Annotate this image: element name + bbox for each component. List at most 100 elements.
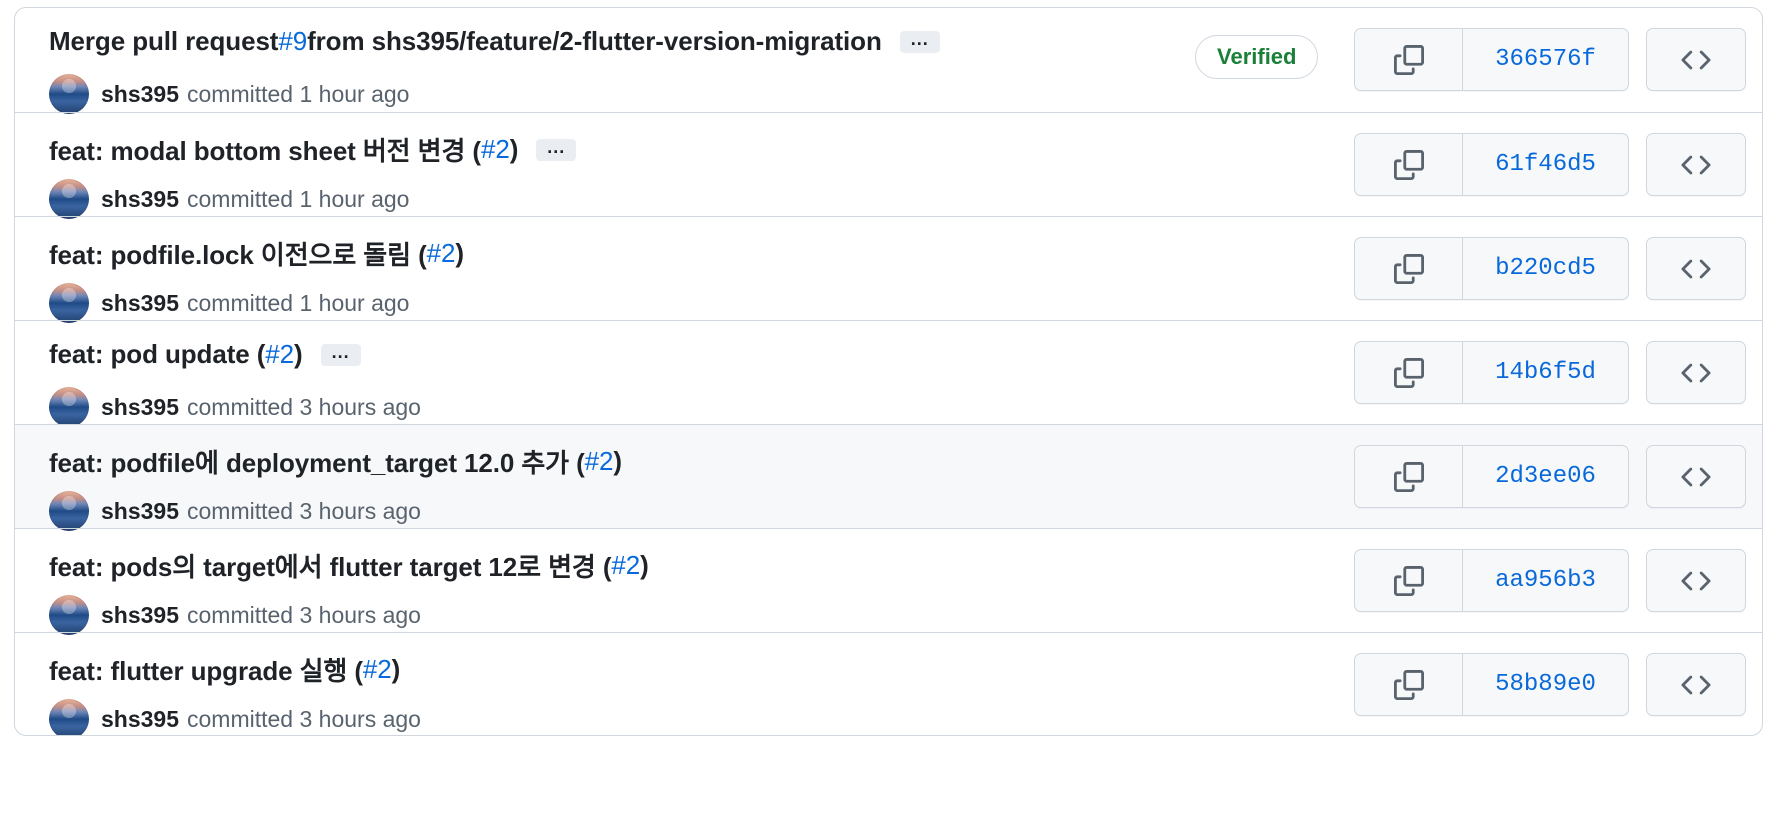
pull-request-link[interactable]: #2 bbox=[427, 238, 456, 269]
copy-icon bbox=[1393, 565, 1424, 596]
pull-request-link[interactable]: #2 bbox=[611, 550, 640, 581]
copy-sha-button[interactable] bbox=[1355, 550, 1463, 611]
commit-row: feat: modal bottom sheet 버전 변경 (#2) ... … bbox=[15, 112, 1762, 219]
pull-request-link[interactable]: #9 bbox=[278, 26, 307, 57]
commit-title[interactable]: feat: podfile.lock 이전으로 돌림 (#2) bbox=[49, 235, 464, 272]
sha-button-group: aa956b3 bbox=[1354, 549, 1629, 612]
sha-button-group: 2d3ee06 bbox=[1354, 445, 1629, 508]
commit-message[interactable]: feat: pod update ( bbox=[49, 339, 265, 370]
browse-code-button[interactable] bbox=[1646, 341, 1746, 404]
commit-sha-link[interactable]: 14b6f5d bbox=[1463, 342, 1628, 403]
copy-sha-button[interactable] bbox=[1355, 134, 1463, 195]
code-icon bbox=[1681, 566, 1711, 596]
commit-row: Merge pull request #9 from shs395/featur… bbox=[15, 8, 1762, 114]
browse-code-button[interactable] bbox=[1646, 133, 1746, 196]
pull-request-link[interactable]: #2 bbox=[265, 339, 294, 370]
commit-message[interactable]: Merge pull request bbox=[49, 26, 278, 57]
commit-message-end[interactable]: ) bbox=[510, 134, 519, 165]
commit-title[interactable]: feat: flutter upgrade 실행 (#2) bbox=[49, 651, 400, 688]
copy-sha-button[interactable] bbox=[1355, 238, 1463, 299]
commit-message[interactable]: feat: modal bottom sheet 버전 변경 ( bbox=[49, 131, 481, 168]
commit-meta: shs395 committed 3 hours ago bbox=[49, 699, 421, 735]
commit-time: committed 3 hours ago bbox=[187, 705, 421, 732]
commit-message[interactable]: feat: flutter upgrade 실행 ( bbox=[49, 651, 363, 688]
verified-badge[interactable]: Verified bbox=[1195, 35, 1319, 79]
commit-row: feat: pods의 target에서 flutter target 12로 … bbox=[15, 528, 1762, 635]
commit-time: committed 3 hours ago bbox=[187, 601, 421, 628]
commit-list: Merge pull request #9 from shs395/featur… bbox=[14, 7, 1763, 736]
author-link[interactable]: shs395 bbox=[101, 394, 179, 421]
expand-message-button[interactable]: ... bbox=[536, 138, 577, 161]
commit-time: committed 1 hour ago bbox=[187, 80, 410, 107]
code-icon bbox=[1681, 462, 1711, 492]
avatar[interactable] bbox=[49, 595, 89, 635]
copy-icon bbox=[1393, 44, 1424, 75]
browse-code-button[interactable] bbox=[1646, 237, 1746, 300]
commit-title[interactable]: feat: pod update (#2) ... bbox=[49, 339, 361, 370]
copy-sha-button[interactable] bbox=[1355, 654, 1463, 715]
commit-message[interactable]: feat: pods의 target에서 flutter target 12로 … bbox=[49, 547, 612, 584]
code-icon bbox=[1681, 358, 1711, 388]
expand-message-button[interactable]: ... bbox=[899, 30, 940, 53]
commit-sha-link[interactable]: 366576f bbox=[1463, 29, 1628, 90]
author-link[interactable]: shs395 bbox=[101, 602, 179, 629]
commit-message-end[interactable]: ) bbox=[613, 446, 622, 477]
code-icon bbox=[1681, 45, 1711, 75]
commit-sha-link[interactable]: 58b89e0 bbox=[1463, 654, 1628, 715]
author-link[interactable]: shs395 bbox=[101, 186, 179, 213]
commit-meta: shs395 committed 1 hour ago bbox=[49, 179, 409, 219]
browse-code-button[interactable] bbox=[1646, 28, 1746, 91]
sha-button-group: 61f46d5 bbox=[1354, 133, 1629, 196]
avatar[interactable] bbox=[49, 699, 89, 735]
commit-title[interactable]: feat: pods의 target에서 flutter target 12로 … bbox=[49, 547, 649, 584]
avatar[interactable] bbox=[49, 283, 89, 323]
commit-message[interactable]: feat: podfile.lock 이전으로 돌림 ( bbox=[49, 235, 427, 272]
sha-button-group: 14b6f5d bbox=[1354, 341, 1629, 404]
avatar[interactable] bbox=[49, 74, 89, 114]
sha-button-group: b220cd5 bbox=[1354, 237, 1629, 300]
avatar[interactable] bbox=[49, 491, 89, 531]
sha-button-group: 58b89e0 bbox=[1354, 653, 1629, 716]
copy-sha-button[interactable] bbox=[1355, 29, 1463, 90]
commit-sha-link[interactable]: aa956b3 bbox=[1463, 550, 1628, 611]
copy-icon bbox=[1393, 461, 1424, 492]
commit-sha-link[interactable]: b220cd5 bbox=[1463, 238, 1628, 299]
commit-meta: shs395 committed 3 hours ago bbox=[49, 595, 421, 635]
avatar[interactable] bbox=[49, 387, 89, 427]
commit-message-end[interactable]: ) bbox=[392, 654, 401, 685]
commit-title[interactable]: Merge pull request #9 from shs395/featur… bbox=[49, 26, 940, 57]
author-link[interactable]: shs395 bbox=[101, 498, 179, 525]
commit-message-end[interactable]: from shs395/feature/2-flutter-version-mi… bbox=[307, 26, 882, 57]
copy-sha-button[interactable] bbox=[1355, 342, 1463, 403]
copy-icon bbox=[1393, 253, 1424, 284]
browse-code-button[interactable] bbox=[1646, 653, 1746, 716]
copy-icon bbox=[1393, 149, 1424, 180]
commit-sha-link[interactable]: 61f46d5 bbox=[1463, 134, 1628, 195]
code-icon bbox=[1681, 150, 1711, 180]
browse-code-button[interactable] bbox=[1646, 549, 1746, 612]
commit-time: committed 3 hours ago bbox=[187, 393, 421, 420]
avatar[interactable] bbox=[49, 179, 89, 219]
commit-message-end[interactable]: ) bbox=[294, 339, 303, 370]
pull-request-link[interactable]: #2 bbox=[363, 654, 392, 685]
author-link[interactable]: shs395 bbox=[101, 290, 179, 317]
commit-message-end[interactable]: ) bbox=[455, 238, 464, 269]
commit-row: feat: pod update (#2) ... shs395 committ… bbox=[15, 320, 1762, 427]
commit-title[interactable]: feat: podfile에 deployment_target 12.0 추가… bbox=[49, 443, 622, 480]
author-link[interactable]: shs395 bbox=[101, 81, 179, 108]
pull-request-link[interactable]: #2 bbox=[481, 134, 510, 165]
browse-code-button[interactable] bbox=[1646, 445, 1746, 508]
copy-icon bbox=[1393, 357, 1424, 388]
commit-row: feat: podfile.lock 이전으로 돌림 (#2) shs395 c… bbox=[15, 216, 1762, 323]
commit-sha-link[interactable]: 2d3ee06 bbox=[1463, 446, 1628, 507]
commit-time: committed 3 hours ago bbox=[187, 497, 421, 524]
pull-request-link[interactable]: #2 bbox=[585, 446, 614, 477]
commit-title[interactable]: feat: modal bottom sheet 버전 변경 (#2) ... bbox=[49, 131, 577, 168]
commit-message-end[interactable]: ) bbox=[640, 550, 649, 581]
author-link[interactable]: shs395 bbox=[101, 706, 179, 733]
commit-message[interactable]: feat: podfile에 deployment_target 12.0 추가… bbox=[49, 443, 585, 480]
commit-time: committed 1 hour ago bbox=[187, 289, 410, 316]
expand-message-button[interactable]: ... bbox=[320, 343, 361, 366]
commit-meta: shs395 committed 1 hour ago bbox=[49, 283, 409, 323]
copy-sha-button[interactable] bbox=[1355, 446, 1463, 507]
